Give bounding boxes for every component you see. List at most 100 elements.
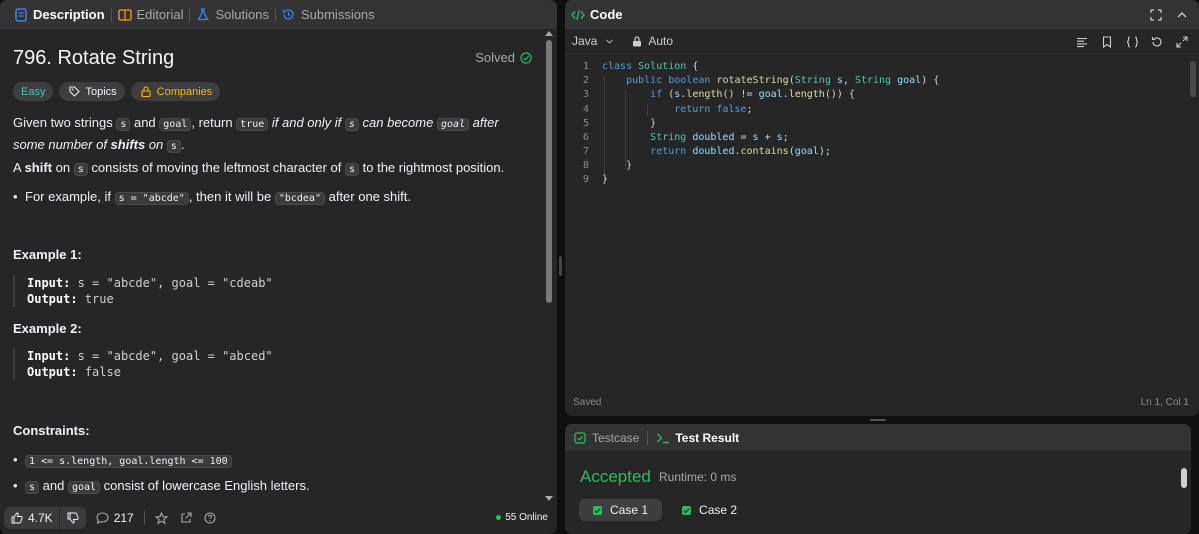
comments-button[interactable]: 217 [96, 511, 134, 525]
mode-label: Auto [648, 34, 674, 48]
case-label: Case 1 [610, 503, 649, 517]
online-dot-icon [496, 515, 502, 520]
companies-button[interactable]: Companies [130, 82, 221, 101]
tab-solutions[interactable]: Solutions [190, 0, 274, 29]
statement-text: consists of moving the leftmost characte… [87, 160, 345, 175]
editor-scrollbar[interactable] [1189, 59, 1197, 139]
save-status: Saved [573, 397, 602, 408]
maximize-icon[interactable] [1149, 8, 1163, 22]
bookmark-icon[interactable] [1100, 35, 1114, 49]
description-panel: Description Editorial Solutions Submissi… [0, 0, 557, 534]
result-panel: Testcase Test Result Accepted Runtime: 0… [565, 424, 1191, 534]
tab-description[interactable]: Description [8, 0, 111, 29]
comment-count: 217 [113, 511, 134, 525]
difficulty-badge[interactable]: Easy [13, 82, 54, 101]
vertical-resize-handle[interactable] [559, 256, 562, 276]
tab-submissions[interactable]: Submissions [276, 0, 381, 29]
question-circle-icon [203, 511, 217, 525]
cursor-position: Ln 1, Col 1 [1140, 397, 1189, 408]
example-1-block: Input: s = "abcde", goal = "cdeab" Outpu… [13, 275, 273, 307]
line-number: 9 [582, 174, 589, 185]
result-scrollbar[interactable] [1179, 460, 1189, 534]
statement-text: , then it will be [188, 189, 275, 204]
language-select[interactable]: Java [572, 34, 616, 48]
solved-label: Solved [475, 50, 515, 65]
line-number: 7 [582, 146, 589, 157]
reset-icon[interactable] [1150, 35, 1164, 49]
verdict: Accepted [580, 467, 651, 486]
online-count: 55 Online [505, 512, 548, 523]
topics-button[interactable]: Topics [59, 82, 125, 101]
code-tab-label: Code [590, 7, 623, 22]
example-output: true [84, 292, 114, 306]
scrollbar-thumb[interactable] [546, 40, 552, 303]
tab-testcase[interactable]: Testcase [573, 431, 639, 445]
tab-editorial[interactable]: Editorial [112, 0, 190, 29]
book-icon [117, 8, 132, 22]
statement-text: and [39, 478, 68, 493]
scrollbar-thumb[interactable] [1181, 468, 1187, 488]
statement-text: A [13, 160, 25, 175]
code-line: } [602, 118, 657, 129]
inline-code: s [166, 140, 181, 153]
example-input: s = "abcde", goal = "abced" [77, 349, 273, 363]
like-button[interactable]: 4.7K [4, 511, 59, 525]
scroll-up-icon[interactable] [545, 31, 553, 36]
expand-icon[interactable] [1175, 35, 1189, 49]
vote-group: 4.7K [4, 507, 86, 529]
line-number: 2 [582, 75, 589, 86]
problem-tags: Easy Topics Companies [13, 82, 221, 101]
statement-emphasis: shifts [110, 137, 146, 152]
example-2-block: Input: s = "abcde", goal = "abced" Outpu… [13, 348, 273, 380]
statement-emphasis: shift [24, 160, 53, 175]
case-2-button[interactable]: Case 2 [668, 499, 751, 521]
check-icon [593, 505, 602, 515]
statement-text: after one shift. [324, 189, 411, 204]
constraint-item: 1 <= s.length, goal.length <= 100 [13, 450, 533, 472]
problem-title[interactable]: 796. Rotate String [13, 47, 174, 70]
thumbs-up-icon [10, 511, 24, 525]
scrollbar-thumb[interactable] [1190, 61, 1196, 97]
input-label: Input: [27, 349, 71, 363]
code-panel: Code Java Auto 1 2 3 4 5 6 7 8 9 class S… [565, 0, 1199, 416]
code-line: String doubled = s + s; [650, 132, 789, 143]
inline-code: s [116, 118, 131, 131]
tab-divider [647, 430, 649, 445]
inline-code: goal [159, 118, 192, 131]
scroll-down-icon[interactable] [545, 496, 553, 501]
help-button[interactable] [203, 511, 217, 525]
tab-test-result[interactable]: Test Result [656, 431, 739, 445]
share-button[interactable] [179, 511, 193, 525]
inline-code: 1 <= s.length, goal.length <= 100 [25, 455, 232, 468]
mode-toggle[interactable]: Auto [630, 34, 673, 48]
line-number: 3 [582, 89, 589, 100]
example-2-title: Example 2: [13, 321, 82, 336]
example-bullet: For example, if s = "abcde", then it wil… [13, 187, 533, 209]
horizontal-resize-handle[interactable] [870, 419, 886, 421]
tag-icon [67, 85, 81, 99]
description-footer: 4.7K 217 55 Online [0, 502, 557, 534]
format-lines-icon[interactable] [1075, 35, 1089, 49]
braces-icon[interactable] [1125, 35, 1139, 49]
dislike-button[interactable] [60, 511, 86, 525]
code-tab[interactable]: Code [571, 7, 623, 22]
statement-text: consist of lowercase English letters. [100, 478, 310, 493]
case-label: Case 2 [699, 503, 738, 517]
collapse-up-icon[interactable] [1175, 8, 1189, 22]
favorite-button[interactable] [155, 511, 169, 525]
example-output: false [84, 365, 121, 379]
tab-test-result-label: Test Result [675, 430, 740, 445]
lock-icon [630, 34, 644, 48]
code-header-actions [1149, 8, 1189, 22]
code-line: if (s.length() != goal.length()) { [650, 89, 855, 100]
case-1-button[interactable]: Case 1 [579, 499, 663, 521]
inline-code: "bcdea" [274, 192, 325, 205]
check-icon [682, 505, 692, 515]
statement-text: if and only if [268, 115, 345, 130]
code-line: public boolean rotateString(String s, St… [626, 75, 940, 86]
description-scrollbar[interactable] [543, 29, 555, 503]
tab-solutions-label: Solutions [215, 7, 269, 22]
terminal-icon [656, 431, 670, 445]
statement-text: Given two strings [13, 115, 117, 130]
checkbox-icon [573, 431, 587, 445]
